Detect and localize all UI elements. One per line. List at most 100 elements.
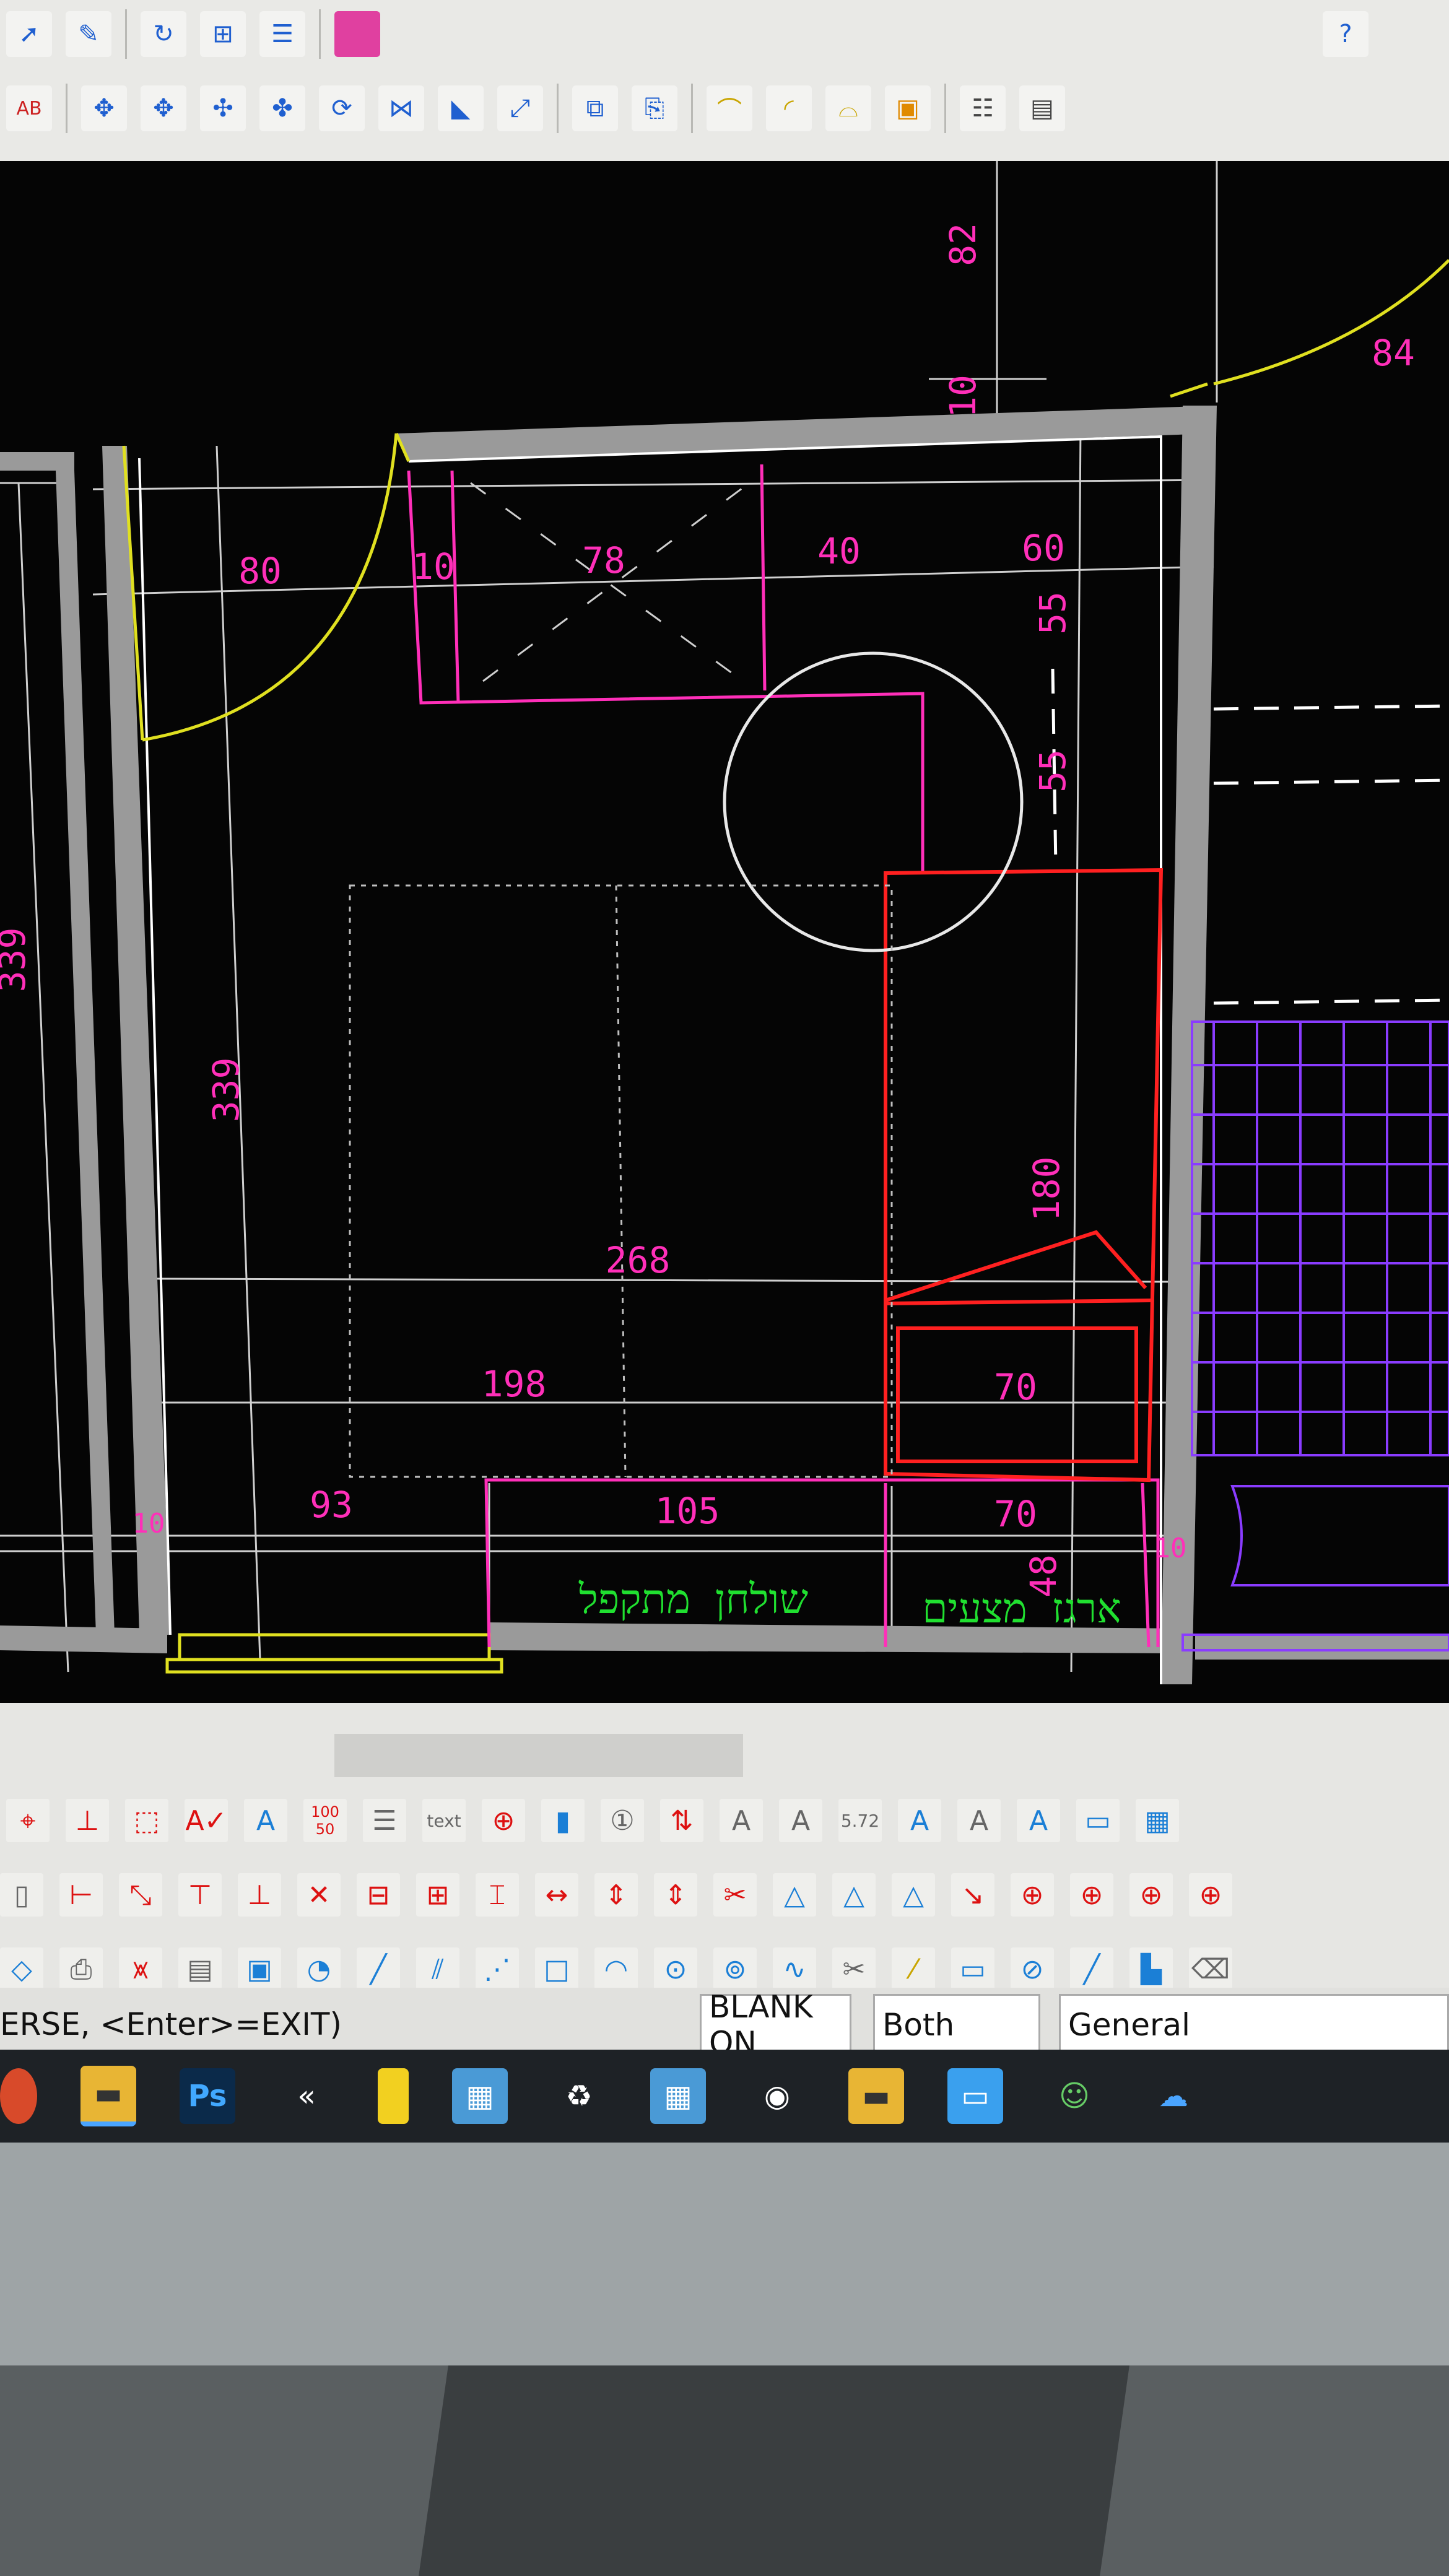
rotate-icon[interactable]: ↻ [141, 11, 186, 57]
align-icon[interactable]: ⊥ [66, 1799, 109, 1842]
recycle-bin-icon[interactable]: ♻ [551, 2068, 607, 2124]
dim-aligned-icon[interactable]: ⤡ [119, 1873, 162, 1917]
list-icon[interactable]: ☷ [960, 85, 1006, 131]
text-format-icon[interactable]: A [1017, 1799, 1060, 1842]
picture-icon[interactable]: ▦ [1136, 1799, 1179, 1842]
box-icon[interactable]: ▯ [0, 1873, 43, 1917]
dim-cut-icon[interactable]: ✂ [713, 1873, 757, 1917]
dim-chain-icon[interactable]: ⊤ [178, 1873, 222, 1917]
array-icon[interactable]: ✣ [200, 85, 246, 131]
dim-edit-icon[interactable]: ⌶ [476, 1873, 519, 1917]
blank-toggle[interactable]: BLANK ON [700, 1989, 851, 2061]
network-icon[interactable]: ▦ [452, 2068, 508, 2124]
pen-icon[interactable]: ╱ [1070, 1947, 1113, 1991]
computer-icon[interactable]: ▭ [947, 2068, 1003, 2124]
text-shrink-icon[interactable]: A [779, 1799, 822, 1842]
edit-block-icon[interactable]: ⎘ [632, 85, 677, 131]
dim-linear-icon[interactable]: ⊢ [59, 1873, 103, 1917]
level-icon[interactable]: ⊕ [1070, 1873, 1113, 1917]
triangle-icon[interactable]: △ [773, 1873, 816, 1917]
arc-icon[interactable]: ◠ [594, 1947, 638, 1991]
insert-icon[interactable]: ⊞ [200, 11, 246, 57]
spline-icon[interactable]: ∿ [773, 1947, 816, 1991]
number-icon[interactable]: ① [601, 1799, 644, 1842]
rotate-icon[interactable]: ⟳ [319, 85, 365, 131]
triangle-icon[interactable]: △ [892, 1873, 935, 1917]
folder-icon[interactable]: ▬ [848, 2068, 904, 2124]
level-icon[interactable]: ⊕ [1129, 1873, 1173, 1917]
mirror-icon[interactable]: ⋈ [378, 85, 424, 131]
arc-icon[interactable]: ◜ [766, 85, 812, 131]
help-button[interactable]: ? [1323, 11, 1368, 57]
level-icon[interactable]: ⊕ [1011, 1873, 1054, 1917]
balloon-icon[interactable]: ⊕ [482, 1799, 525, 1842]
file-explorer-icon[interactable]: ▬ [80, 2066, 136, 2126]
display-icon[interactable]: ▭ [951, 1947, 994, 1991]
scale-icon[interactable]: ⤢ [497, 85, 543, 131]
stamp-icon[interactable]: ▙ [1129, 1947, 1173, 1991]
elevation-icon[interactable]: ⩙ [119, 1947, 162, 1991]
dim-angle-icon[interactable]: ✕ [297, 1873, 341, 1917]
photoshop-icon[interactable]: Ps [180, 2068, 235, 2124]
user-icon[interactable]: ☺ [1046, 2068, 1102, 2124]
point-icon[interactable]: ↘ [951, 1873, 994, 1917]
double-line-icon[interactable]: ⫽ [416, 1947, 459, 1991]
layer-icon[interactable]: ☰ [259, 11, 305, 57]
view-icon[interactable]: ▣ [238, 1947, 281, 1991]
text-style-icon[interactable]: text [422, 1799, 466, 1842]
ellipse-icon[interactable]: ⊚ [713, 1947, 757, 1991]
block-icon[interactable]: ⬚ [125, 1799, 168, 1842]
dim-vertical-icon[interactable]: ⊥ [238, 1873, 281, 1917]
door-swing-icon[interactable]: ◔ [297, 1947, 341, 1991]
scale-bar-icon[interactable]: ▮ [541, 1799, 585, 1842]
decimal-icon[interactable]: 5.72 [838, 1799, 882, 1842]
erase-icon[interactable]: ⌫ [1189, 1947, 1232, 1991]
camera-icon[interactable]: ⎙ [59, 1947, 103, 1991]
move-icon[interactable]: ✥ [81, 85, 127, 131]
extend-icon[interactable]: ⁄ [892, 1947, 935, 1991]
explode-icon[interactable]: ✤ [259, 85, 305, 131]
rectangle-icon[interactable]: □ [535, 1947, 578, 1991]
stretch-icon[interactable]: ◣ [438, 85, 484, 131]
dim-move-icon[interactable]: ⇕ [654, 1873, 697, 1917]
horizontal-scrollbar[interactable] [334, 1734, 743, 1777]
scissors-icon[interactable]: ✂ [832, 1947, 876, 1991]
stair-icon[interactable]: ⌓ [825, 85, 871, 131]
move-copy-icon[interactable]: ✥ [141, 85, 186, 131]
font-icon[interactable]: A [898, 1799, 941, 1842]
circle-icon[interactable]: ⊙ [654, 1947, 697, 1991]
triangle-icon[interactable]: △ [832, 1873, 876, 1917]
command-line[interactable]: ERSE, <Enter>=EXIT) [0, 2006, 342, 2042]
duplicate-icon[interactable]: ⧉ [572, 85, 618, 131]
palette-icon[interactable] [334, 11, 380, 57]
text-enlarge-icon[interactable]: A [720, 1799, 763, 1842]
cloud-icon[interactable]: ☁ [1146, 2068, 1201, 2124]
dim-room-icon[interactable]: ⊞ [416, 1873, 459, 1917]
text-swap-icon[interactable]: ⇅ [660, 1799, 703, 1842]
polyline-icon[interactable]: ⋰ [476, 1947, 519, 1991]
chevron-icon[interactable]: « [279, 2068, 334, 2124]
chrome-icon[interactable] [0, 2068, 37, 2124]
level-icon[interactable]: ⊕ [1189, 1873, 1232, 1917]
control-panel-icon[interactable]: ▦ [650, 2068, 706, 2124]
door-icon[interactable]: ⌒ [707, 85, 752, 131]
text-replace-icon[interactable]: AB [6, 85, 52, 131]
dim-stretch-icon[interactable]: ⇕ [594, 1873, 638, 1917]
link-icon[interactable]: ⊘ [1011, 1947, 1054, 1991]
pointer-icon[interactable]: ➚ [6, 11, 52, 57]
line-icon[interactable]: ╱ [357, 1947, 400, 1991]
room-icon[interactable]: ▤ [178, 1947, 222, 1991]
note-icon[interactable] [378, 2068, 409, 2124]
save-icon[interactable]: ▤ [1019, 85, 1065, 131]
layer-icon[interactable]: ◇ [0, 1947, 43, 1991]
dim-wall-icon[interactable]: ⊟ [357, 1873, 400, 1917]
image-icon[interactable]: ▭ [1076, 1799, 1120, 1842]
general-layer[interactable]: General [1059, 1994, 1449, 2056]
both-selector[interactable]: Both [873, 1994, 1040, 2056]
paragraph-icon[interactable]: ☰ [363, 1799, 406, 1842]
block-icon[interactable]: ▣ [885, 85, 931, 131]
spell-check-icon[interactable]: A✓ [185, 1799, 228, 1842]
edit-icon[interactable]: ⌖ [6, 1799, 50, 1842]
dim-line-icon[interactable]: ↔ [535, 1873, 578, 1917]
numbering-icon[interactable]: 100 50 [303, 1799, 347, 1842]
